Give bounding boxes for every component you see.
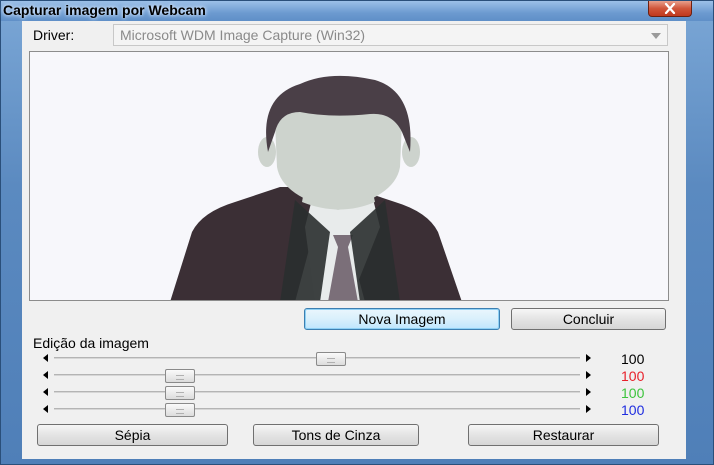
chevron-down-icon <box>649 30 663 42</box>
slider-thumb[interactable] <box>165 403 195 417</box>
arrow-right-icon[interactable] <box>583 404 593 414</box>
person-placeholder-image <box>30 52 668 300</box>
blue-value: 100 <box>621 402 645 418</box>
webcam-preview <box>29 51 669 301</box>
driver-selected-value: Microsoft WDM Image Capture (Win32) <box>120 27 366 43</box>
webcam-capture-window: Capturar imagem por Webcam Driver: Micro… <box>0 0 714 465</box>
new-image-button[interactable]: Nova Imagem <box>304 308 500 330</box>
red-slider[interactable] <box>32 367 592 383</box>
red-value: 100 <box>621 368 645 384</box>
slider-thumb[interactable] <box>165 369 195 383</box>
green-slider[interactable] <box>32 384 592 400</box>
arrow-left-icon[interactable] <box>40 353 50 363</box>
slider-thumb[interactable] <box>165 386 195 400</box>
green-value: 100 <box>621 385 645 401</box>
arrow-left-icon[interactable] <box>40 387 50 397</box>
blue-slider[interactable] <box>32 401 592 417</box>
brightness-slider[interactable] <box>32 350 592 366</box>
arrow-right-icon[interactable] <box>583 387 593 397</box>
finish-button[interactable]: Concluir <box>511 308 666 330</box>
sepia-button[interactable]: Sépia <box>37 424 228 446</box>
brightness-value: 100 <box>621 351 645 367</box>
arrow-left-icon[interactable] <box>40 404 50 414</box>
close-button[interactable] <box>648 1 692 17</box>
slider-track <box>54 374 580 376</box>
title-bar[interactable]: Capturar imagem por Webcam <box>1 1 713 21</box>
close-icon <box>664 3 676 14</box>
arrow-right-icon[interactable] <box>583 370 593 380</box>
driver-label: Driver: <box>33 27 75 43</box>
slider-track <box>54 391 580 393</box>
window-title: Capturar imagem por Webcam <box>3 2 206 18</box>
restore-button[interactable]: Restaurar <box>468 424 659 446</box>
dialog-client-area: Driver: Microsoft WDM Image Capture (Win… <box>22 21 686 459</box>
slider-thumb[interactable] <box>316 352 346 366</box>
slider-track <box>54 408 580 410</box>
driver-dropdown[interactable]: Microsoft WDM Image Capture (Win32) <box>113 24 668 46</box>
arrow-left-icon[interactable] <box>40 370 50 380</box>
arrow-right-icon[interactable] <box>583 353 593 363</box>
grayscale-button[interactable]: Tons de Cinza <box>253 424 419 446</box>
